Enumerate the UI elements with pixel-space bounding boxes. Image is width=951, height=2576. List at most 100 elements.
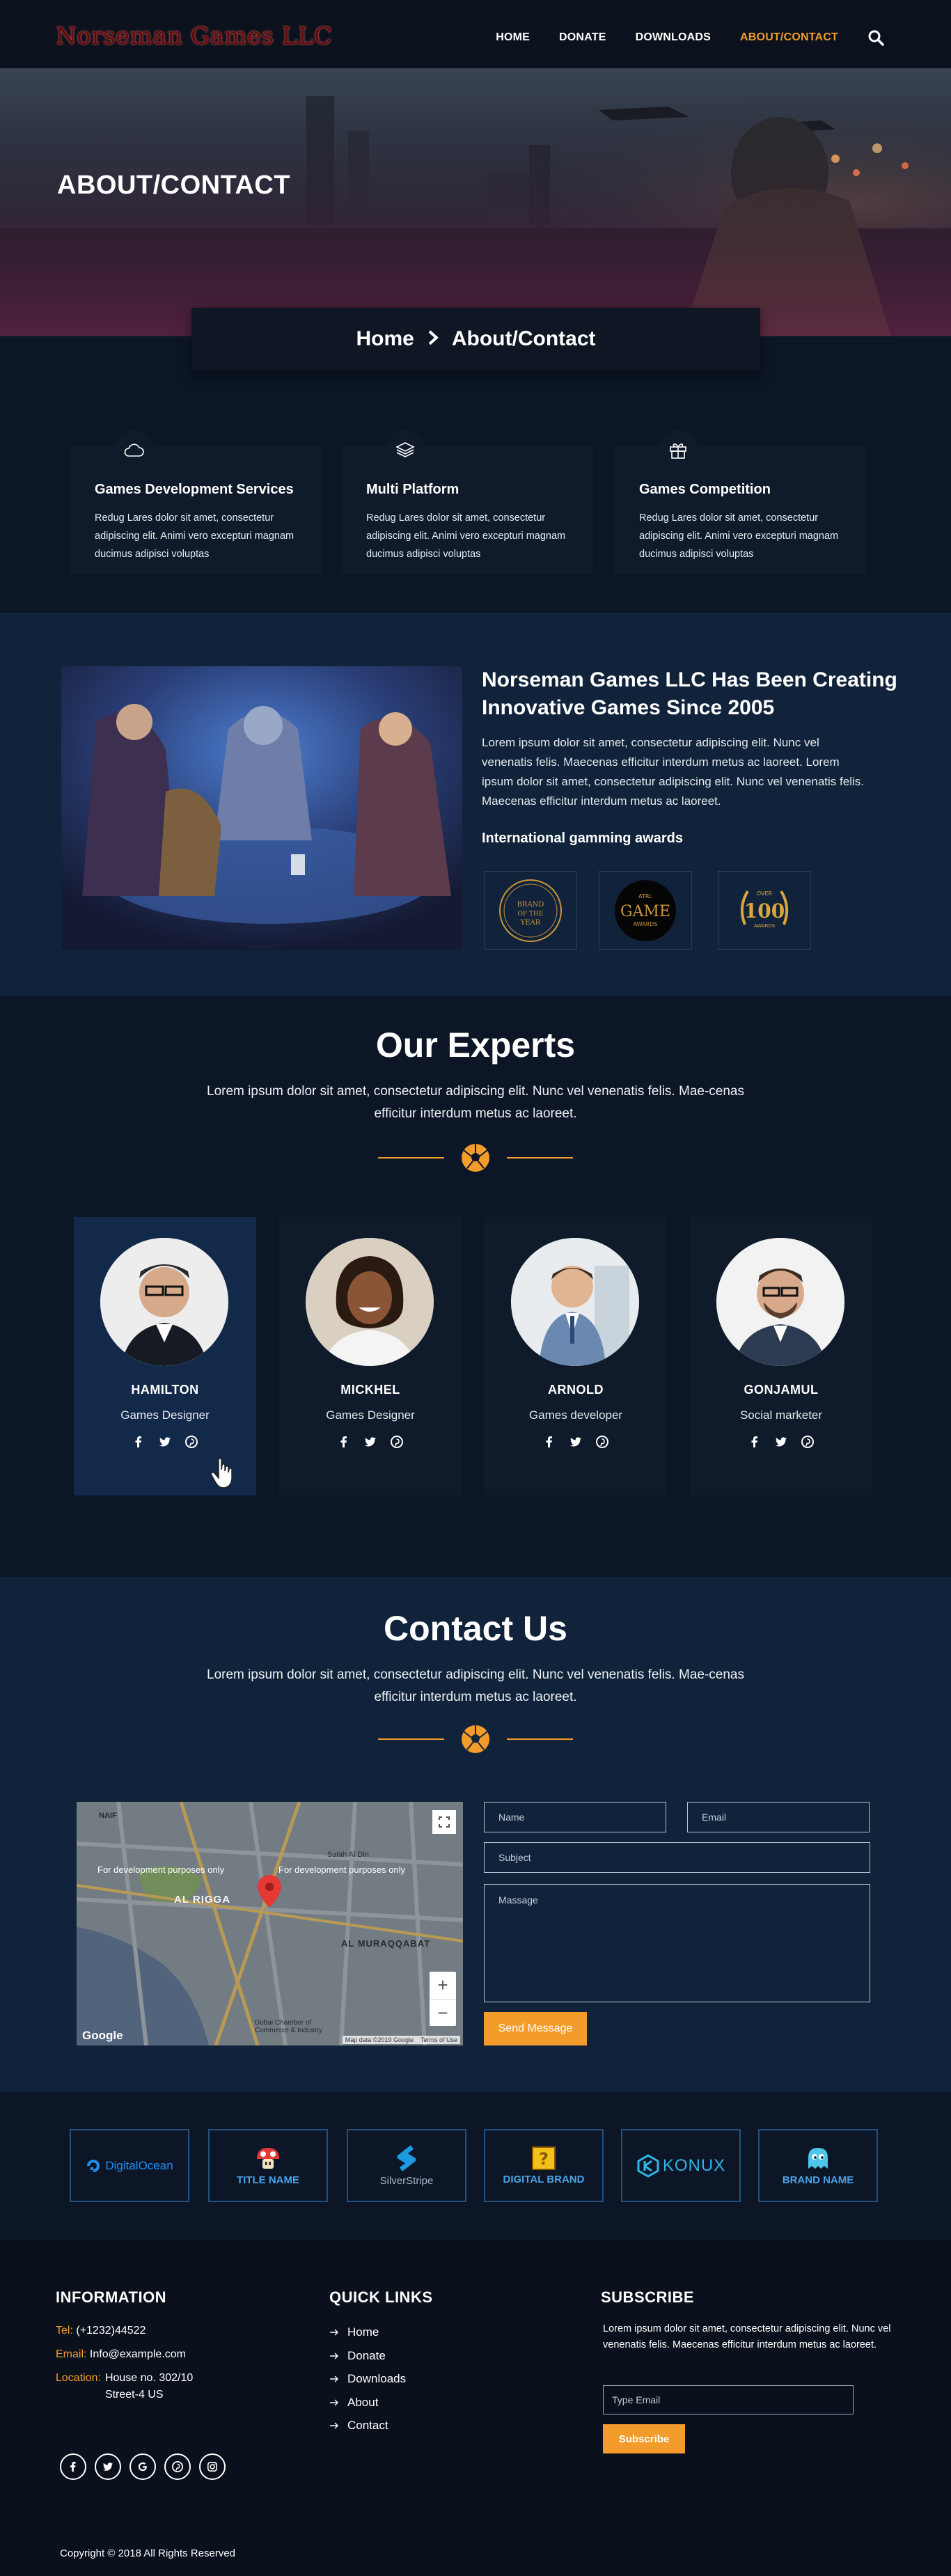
map-label: Salah Al Din <box>327 1851 369 1859</box>
pinterest-icon[interactable] <box>801 1436 814 1452</box>
chevron-right-icon <box>427 327 439 351</box>
fullscreen-icon[interactable] <box>432 1810 456 1834</box>
soccer-ball-divider <box>378 1725 573 1753</box>
award-badge: ATRL GAME AWARDS <box>599 871 692 950</box>
layers-icon <box>386 430 425 469</box>
avatar <box>511 1238 639 1366</box>
expert-name: ARNOLD <box>548 1383 604 1397</box>
subject-field[interactable] <box>484 1842 870 1873</box>
gift-icon <box>659 430 698 469</box>
zoom-in-icon[interactable]: + <box>430 1972 456 1999</box>
facebook-icon[interactable] <box>60 2453 86 2480</box>
zoom-out-icon[interactable]: − <box>430 1999 456 2026</box>
expert-role: Games Designer <box>326 1408 415 1422</box>
quick-link-downloads[interactable]: Downloads <box>329 2367 406 2391</box>
pinterest-icon[interactable] <box>164 2453 191 2480</box>
twitter-icon[interactable] <box>95 2453 121 2480</box>
subscribe-button[interactable]: Subscribe <box>603 2424 685 2453</box>
facebook-icon[interactable] <box>748 1436 761 1452</box>
nav-home[interactable]: HOME <box>496 31 530 44</box>
quick-link-label: Downloads <box>347 2372 407 2385</box>
expert-card[interactable]: ARNOLD Games developer <box>485 1217 667 1495</box>
email-value[interactable]: Info@example.com <box>90 2348 186 2360</box>
map-embed[interactable]: NAIF AL RIGGA AL MURAQQABAT Salah Al Din… <box>77 1802 463 2045</box>
message-field[interactable] <box>484 1884 870 2002</box>
breadcrumb-home[interactable]: Home <box>356 327 414 351</box>
google-icon[interactable] <box>129 2453 156 2480</box>
twitter-icon[interactable] <box>159 1436 171 1452</box>
facebook-icon[interactable] <box>543 1436 556 1452</box>
hero-banner: ABOUT/CONTACT <box>0 68 951 336</box>
map-label: AL RIGGA <box>174 1894 231 1906</box>
awards-title: International gamming awards <box>482 831 683 846</box>
award-line: AWARDS <box>634 921 658 927</box>
brand-logo[interactable]: KONUX <box>621 2129 741 2202</box>
award-line: OVER <box>757 890 773 897</box>
location-label: Location: <box>56 2372 101 2384</box>
contact-title: Contact Us <box>384 1609 567 1648</box>
award-line: BRAND <box>517 901 544 909</box>
quick-link-donate[interactable]: Donate <box>329 2344 406 2368</box>
nav-donate[interactable]: DONATE <box>559 31 606 44</box>
mushroom-icon <box>257 2148 279 2169</box>
expert-card[interactable]: GONJAMUL Social marketer <box>690 1217 872 1495</box>
brand-logo[interactable]: BRAND NAME <box>758 2129 878 2202</box>
subscribe-email-field[interactable] <box>603 2385 854 2414</box>
twitter-icon[interactable] <box>775 1436 787 1452</box>
expert-name: HAMILTON <box>131 1383 199 1397</box>
nav-about-contact[interactable]: ABOUT/CONTACT <box>740 31 838 44</box>
service-text: Redug Lares dolor sit amet, consectetur … <box>95 512 294 560</box>
location-line: Street-4 US <box>104 2389 164 2401</box>
service-title: Games Competition <box>639 482 771 497</box>
brand-logo[interactable]: ? DIGITAL BRAND <box>484 2129 604 2202</box>
pinterest-icon[interactable] <box>185 1436 198 1452</box>
service-card: Games Competition Redug Lares dolor sit … <box>614 430 866 574</box>
quick-link-label: Contact <box>347 2419 388 2432</box>
about-text: Lorem ipsum dolor sit amet, consectetur … <box>482 736 864 808</box>
service-title: Multi Platform <box>366 482 459 497</box>
digitalocean-icon <box>87 2159 100 2172</box>
brand-logo[interactable]: SilverStripe <box>347 2129 466 2202</box>
search-icon[interactable] <box>867 29 884 46</box>
nav-downloads[interactable]: DOWNLOADS <box>636 31 711 44</box>
contact-text: Lorem ipsum dolor sit amet, consectetur … <box>207 1667 744 1704</box>
about-heading: Norseman Games LLC Has Been Creating Inn… <box>482 668 897 719</box>
quick-link-home[interactable]: Home <box>329 2320 406 2344</box>
award-line: ATRL <box>638 893 652 900</box>
instagram-icon[interactable] <box>199 2453 226 2480</box>
twitter-icon[interactable] <box>364 1436 377 1452</box>
map-terms-link[interactable]: Terms of Use <box>421 2036 457 2043</box>
map-label: Dubai Chamber of Commerce & Industry <box>255 2019 322 2034</box>
quick-link-contact[interactable]: Contact <box>329 2414 406 2437</box>
main-nav: HOME DONATE DOWNLOADS ABOUT/CONTACT <box>496 29 884 46</box>
breadcrumb-current: About/Contact <box>451 327 596 350</box>
name-field[interactable] <box>484 1802 666 1832</box>
footer-info: Tel: (+1232)44522 Email: Info@example.co… <box>56 2319 265 2403</box>
facebook-icon[interactable] <box>132 1436 145 1452</box>
award-line: AWARDS <box>754 923 776 929</box>
service-text: Redug Lares dolor sit amet, consectetur … <box>366 512 566 560</box>
pinterest-icon[interactable] <box>391 1436 403 1452</box>
quick-links: Home Donate Downloads About Contact <box>329 2320 406 2437</box>
brand-logo[interactable]: TITLE NAME <box>208 2129 328 2202</box>
site-logo[interactable]: Norseman Games LLC <box>56 22 332 50</box>
google-logo: Google <box>82 2029 123 2042</box>
expert-card[interactable]: MICKHEL Games Designer <box>279 1217 462 1495</box>
svg-text:?: ? <box>539 2149 549 2169</box>
award-line: GAME <box>620 903 670 920</box>
expert-social <box>279 1436 462 1452</box>
map-credit: Map data ©2019 Google <box>345 2036 414 2043</box>
brand-logo[interactable]: DigitalOcean <box>70 2129 189 2202</box>
quick-link-about[interactable]: About <box>329 2391 406 2414</box>
service-card: Games Development Services Redug Lares d… <box>70 430 322 574</box>
award-badge: OVER 100 AWARDS <box>718 871 811 950</box>
pinterest-icon[interactable] <box>596 1436 608 1452</box>
footer-info-title: INFORMATION <box>56 2288 167 2306</box>
send-message-button[interactable]: Send Message <box>484 2012 587 2045</box>
facebook-icon[interactable] <box>338 1436 350 1452</box>
expert-card[interactable]: HAMILTON Games Designer <box>74 1217 256 1495</box>
hero-title: ABOUT/CONTACT <box>57 171 291 200</box>
footer-subscribe-title: SUBSCRIBE <box>601 2288 695 2306</box>
twitter-icon[interactable] <box>569 1436 582 1452</box>
email-field[interactable] <box>687 1802 870 1832</box>
